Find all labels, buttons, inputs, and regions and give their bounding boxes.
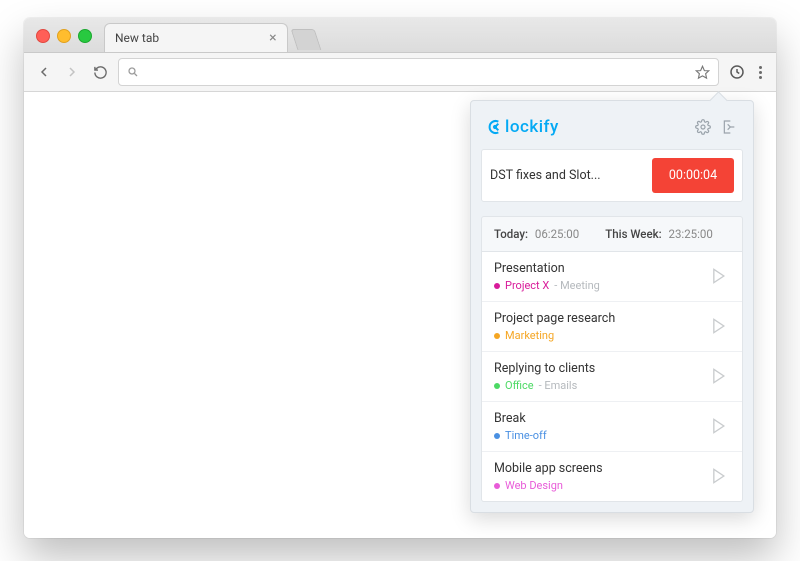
forward-button[interactable] — [62, 62, 82, 82]
stop-timer-button[interactable]: 00:00:04 — [652, 158, 734, 193]
clockify-logo: lockify — [487, 117, 559, 137]
project-color-dot — [494, 333, 500, 339]
entry-title: Presentation — [494, 261, 708, 276]
play-icon — [708, 316, 728, 336]
entry-task: Emails — [539, 379, 578, 392]
browser-toolbar — [24, 53, 776, 92]
clockify-extension-icon[interactable] — [727, 62, 747, 82]
new-tab-button[interactable] — [290, 29, 321, 50]
browser-window: New tab × — [24, 18, 776, 538]
maximize-window-button[interactable] — [78, 29, 92, 43]
time-entry[interactable]: Break Time-off — [482, 401, 742, 451]
browser-menu-button[interactable] — [755, 66, 766, 79]
clockify-brand-text: lockify — [505, 117, 559, 137]
week-value: 23:25:00 — [669, 227, 713, 241]
today-value: 06:25:00 — [535, 227, 579, 241]
recent-entries-list: Presentation Project X Meeting Project page… — [481, 252, 743, 502]
search-icon — [127, 66, 139, 78]
project-color-dot — [494, 433, 500, 439]
back-button[interactable] — [34, 62, 54, 82]
start-entry-button[interactable] — [708, 366, 730, 388]
entry-task: Meeting — [554, 279, 600, 292]
entry-title: Mobile app screens — [494, 461, 708, 476]
address-bar[interactable] — [118, 58, 719, 86]
play-icon — [708, 466, 728, 486]
gear-icon — [695, 119, 711, 135]
window-controls — [36, 29, 92, 43]
title-bar: New tab × — [24, 18, 776, 53]
entry-project: Project X — [505, 279, 549, 292]
entry-project: Web Design — [505, 479, 563, 492]
minimize-window-button[interactable] — [57, 29, 71, 43]
today-label: Today: — [494, 227, 528, 241]
logout-button[interactable] — [721, 119, 737, 135]
logout-icon — [721, 119, 737, 135]
entry-title: Replying to clients — [494, 361, 708, 376]
settings-button[interactable] — [695, 119, 711, 135]
url-input[interactable] — [147, 64, 687, 80]
play-icon — [708, 266, 728, 286]
start-entry-button[interactable] — [708, 316, 730, 338]
clockify-logo-icon — [487, 119, 503, 135]
project-color-dot — [494, 283, 500, 289]
time-entry[interactable]: Project page research Marketing — [482, 301, 742, 351]
current-entry-description[interactable]: DST fixes and Slot... — [490, 168, 644, 183]
play-icon — [708, 366, 728, 386]
time-summary-bar: Today: 06:25:00 This Week: 23:25:00 — [481, 216, 743, 252]
entry-title: Break — [494, 411, 708, 426]
browser-tab[interactable]: New tab × — [104, 23, 288, 52]
play-icon — [708, 416, 728, 436]
entry-project: Marketing — [505, 329, 554, 342]
reload-button[interactable] — [90, 62, 110, 82]
entry-title: Project page research — [494, 311, 708, 326]
close-tab-button[interactable]: × — [269, 31, 276, 45]
start-entry-button[interactable] — [708, 416, 730, 438]
page-content: lockify DST fixes and Slot... 00:00:04 — [24, 92, 776, 538]
project-color-dot — [494, 483, 500, 489]
clockify-popup: lockify DST fixes and Slot... 00:00:04 — [470, 100, 754, 513]
time-entry[interactable]: Mobile app screens Web Design — [482, 451, 742, 501]
entry-project: Office — [505, 379, 534, 392]
start-entry-button[interactable] — [708, 466, 730, 488]
tab-title: New tab — [115, 31, 159, 45]
bookmark-star-icon[interactable] — [695, 65, 710, 80]
current-timer-row: DST fixes and Slot... 00:00:04 — [481, 149, 743, 202]
time-entry[interactable]: Replying to clients Office Emails — [482, 351, 742, 401]
time-entry[interactable]: Presentation Project X Meeting — [482, 252, 742, 301]
entry-project: Time-off — [505, 429, 547, 442]
week-label: This Week: — [605, 227, 661, 241]
start-entry-button[interactable] — [708, 266, 730, 288]
project-color-dot — [494, 383, 500, 389]
close-window-button[interactable] — [36, 29, 50, 43]
